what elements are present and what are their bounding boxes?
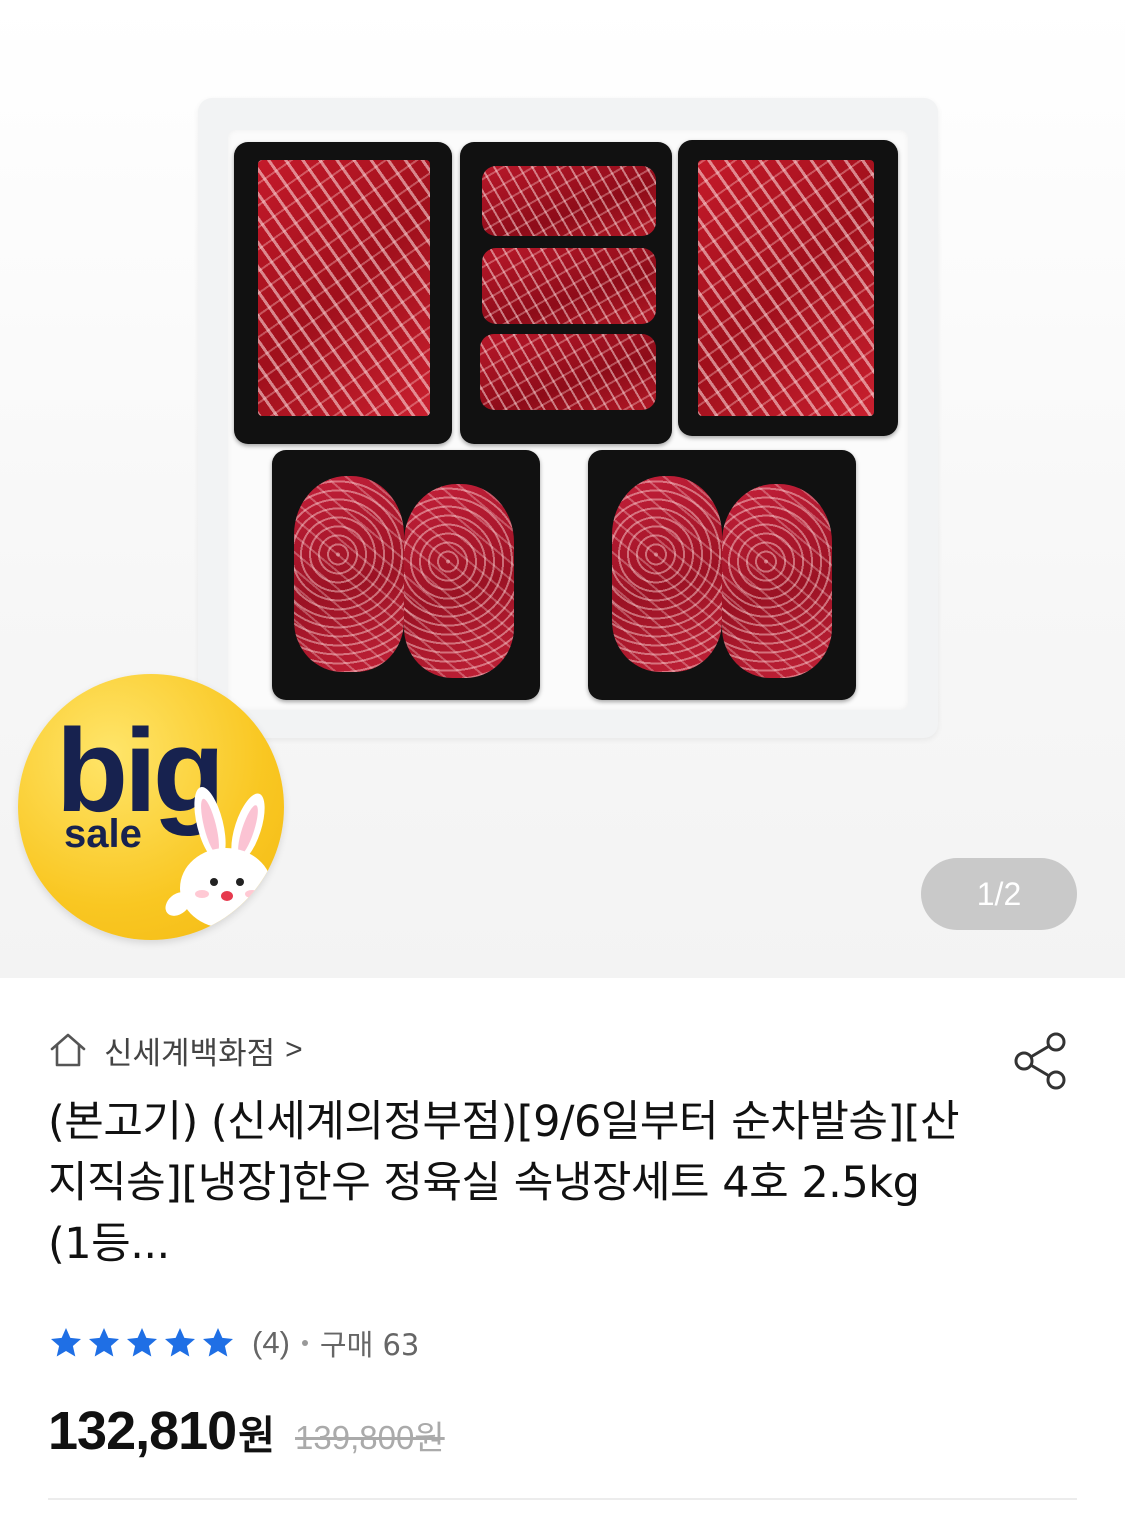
star-icon <box>203 1328 233 1357</box>
sale-price: 132,810 <box>48 1401 237 1461</box>
big-sale-badge: big sale <box>18 674 284 940</box>
shop-link[interactable]: 신세계백화점 > <box>48 1026 303 1074</box>
price-unit: 원 <box>238 1413 276 1459</box>
chevron-right-icon: > <box>285 1033 303 1066</box>
product-image-carousel[interactable]: big sale 1/2 <box>0 0 1125 978</box>
share-icon[interactable] <box>1008 1030 1074 1092</box>
star-icon <box>89 1328 119 1357</box>
star-icon <box>51 1328 81 1357</box>
original-price: 139,800원 <box>295 1419 445 1456</box>
rabbit-icon <box>165 786 272 928</box>
rating-summary[interactable]: (4) 구매 63 <box>48 1318 419 1368</box>
divider <box>48 1498 1077 1500</box>
price-block: 132,810 원 139,800원 <box>48 1400 445 1476</box>
image-pager: 1/2 <box>921 858 1077 930</box>
product-title: (본고기) (신세계의정부점)[9/6일부터 순차발송][산지직송][냉장]한우… <box>48 1097 960 1269</box>
star-icon <box>165 1328 195 1357</box>
star-rating <box>48 1325 236 1361</box>
product-image <box>198 98 938 738</box>
star-icon <box>127 1328 157 1357</box>
badge-sale-text: sale <box>64 812 142 856</box>
separator-dot <box>301 1340 308 1346</box>
home-icon <box>50 1033 86 1067</box>
shop-name: 신세계백화점 <box>104 1035 276 1071</box>
review-count[interactable]: (4) <box>252 1325 290 1361</box>
purchase-count: 구매 63 <box>319 1328 420 1362</box>
